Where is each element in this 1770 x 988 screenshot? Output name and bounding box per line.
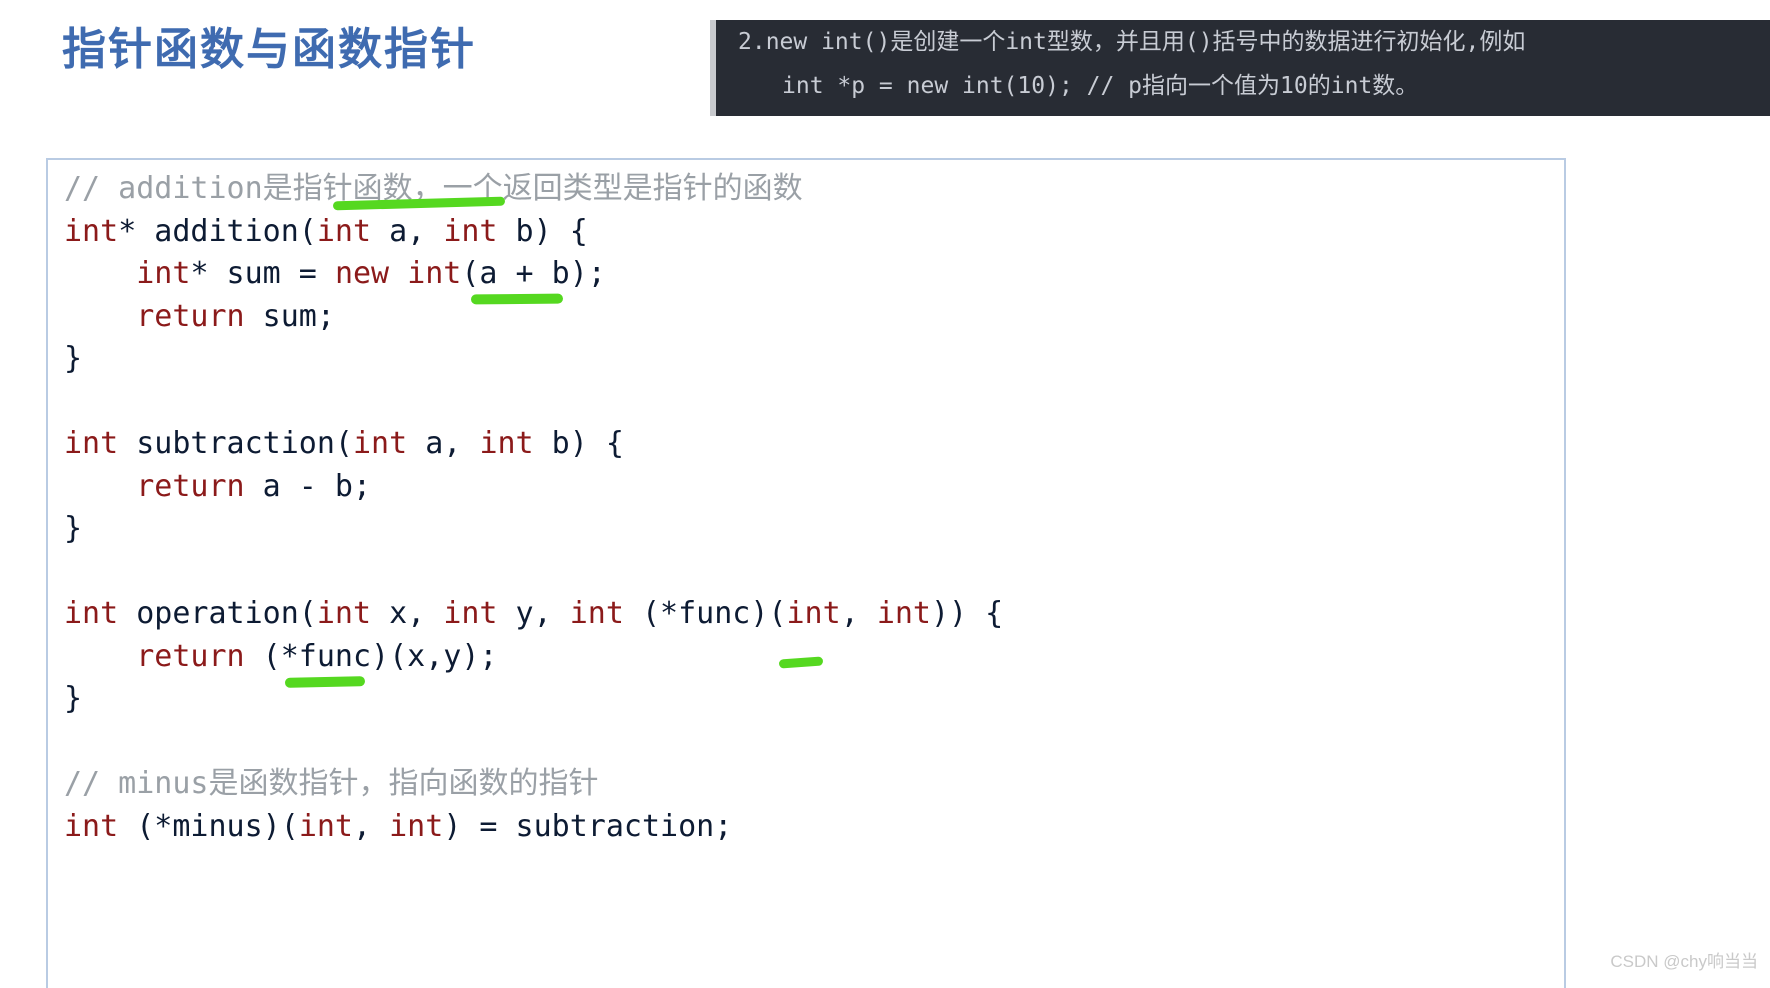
code-token: int [64,596,119,631]
code-line: int* sum = new int(a + b); [64,253,1564,296]
code-token: int [136,256,191,291]
code-token: , [840,596,877,631]
code-token: a, [371,213,444,249]
code-token: int [316,596,372,631]
code-line: return sum; [64,296,1564,339]
code-token: (*func)(x,y); [244,638,498,674]
code-token: return [136,298,245,334]
code-token: new [334,256,390,291]
code-token: int [64,808,119,844]
page-title: 指针函数与函数指针 [62,25,476,74]
code-token: y, [497,596,570,631]
code-token: , [353,808,390,844]
code-line: } [64,508,1564,551]
code-token: a, [407,426,480,461]
code-token: x, [371,596,444,631]
code-token: int [786,596,841,631]
code-line: int* addition(int a, int b) { [64,211,1564,254]
code-token: b) { [533,426,624,461]
note-line-2: int *p = new int(10); // p指向一个值为10的int数。 [782,73,1419,99]
code-line: int subtraction(int a, int b) { [64,423,1564,466]
code-token: // addition是指针函数，一个返回类型是指针的函数 [64,171,803,206]
code-token: int [389,808,444,844]
code-token: int [316,213,372,249]
note-line-1: 2.new int()是创建一个int型数，并且用()括号中的数据进行初始化,例… [738,29,1526,55]
code-lines: // addition是指针函数，一个返回类型是指针的函数 int* additi… [64,168,1564,848]
code-token: // minus是函数指针，指向函数的指针 [64,766,599,801]
code-token: return [136,468,245,504]
code-line: return (*func)(x,y); [64,636,1564,679]
code-token: int [479,426,534,461]
code-token: (a + b); [461,256,606,291]
code-token: int [298,808,353,844]
code-token: )) { [931,596,1004,631]
code-line: // addition是指针函数，一个返回类型是指针的函数 [64,168,1564,211]
code-token: int [353,426,408,461]
code-line: } [64,678,1564,721]
code-token: } [64,681,83,716]
code-line: // minus是函数指针，指向函数的指针 [64,763,1564,806]
code-block: // addition是指针函数，一个返回类型是指针的函数 int* additi… [46,158,1566,988]
code-token: (*minus)( [118,808,299,844]
code-line: return a - b; [64,466,1564,509]
code-token: * addition( [118,213,317,249]
code-token: int [64,426,119,461]
code-token: int [64,213,119,249]
code-token: (*func)( [623,596,787,631]
code-token: b) { [497,213,588,249]
code-token: } [64,341,83,376]
code-token: return [136,638,245,674]
code-token: } [64,511,83,546]
code-line: int operation(int x, int y, int (*func)(… [64,593,1564,636]
code-token: int [876,596,931,631]
watermark: CSDN @chy响当当 [1610,952,1758,971]
code-line: } [64,338,1564,381]
code-token: int [407,256,462,291]
code-token: sum; [244,298,335,334]
code-token: int [443,213,498,249]
code-token: int [569,596,624,631]
code-token: int [443,596,498,631]
code-token: * sum = [190,256,335,291]
code-line: int (*minus)(int, int) = subtraction; [64,806,1564,849]
code-token: a - b; [244,468,372,504]
note-box: 2.new int()是创建一个int型数，并且用()括号中的数据进行初始化,例… [710,20,1770,116]
code-token: ) = subtraction; [443,808,733,844]
code-token: subtraction( [118,426,353,461]
code-token: operation( [118,596,317,631]
